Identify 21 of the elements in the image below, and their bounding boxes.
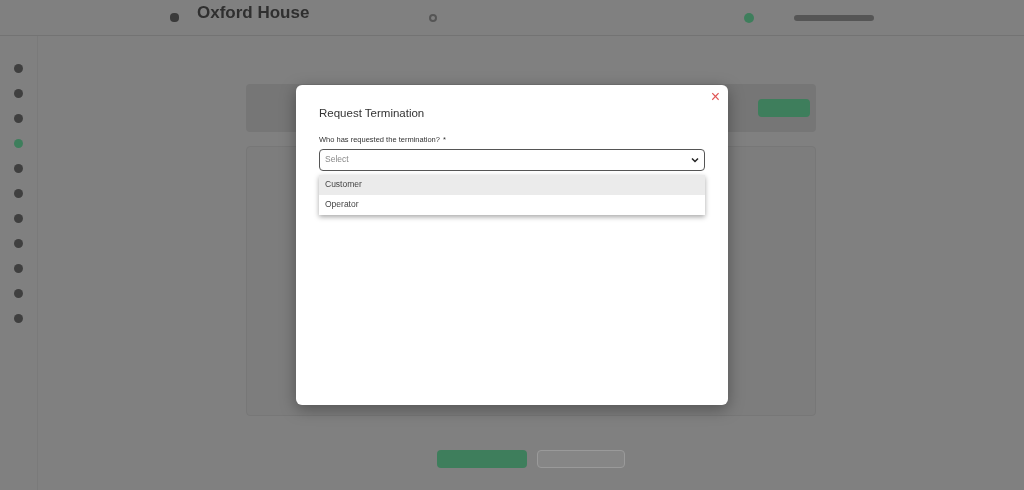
select-field[interactable]: Select bbox=[319, 148, 705, 171]
dialog-title: Request Termination bbox=[319, 106, 426, 121]
dropdown-option[interactable]: Customer bbox=[319, 174, 705, 195]
search-icon[interactable] bbox=[429, 13, 438, 22]
page-title: Oxford House bbox=[197, 1, 310, 24]
nav-icon[interactable] bbox=[14, 114, 23, 123]
dropdown-option[interactable]: Operator bbox=[319, 194, 705, 215]
nav-icon[interactable] bbox=[14, 89, 23, 98]
user-menu-bar[interactable] bbox=[794, 14, 874, 21]
nav-icon[interactable] bbox=[14, 214, 23, 223]
nav-icon[interactable] bbox=[14, 164, 23, 173]
chevron-down-icon bbox=[691, 156, 699, 163]
select-placeholder: Select bbox=[325, 153, 350, 166]
home-icon[interactable] bbox=[170, 13, 179, 22]
close-button[interactable]: × bbox=[708, 89, 722, 105]
nav-icon[interactable] bbox=[14, 64, 23, 73]
nav-icon[interactable] bbox=[14, 239, 23, 248]
nav-icon[interactable] bbox=[14, 189, 23, 198]
nav-icon[interactable] bbox=[14, 289, 23, 298]
nav-icon[interactable] bbox=[14, 264, 23, 273]
nav-icon[interactable] bbox=[14, 314, 23, 323]
